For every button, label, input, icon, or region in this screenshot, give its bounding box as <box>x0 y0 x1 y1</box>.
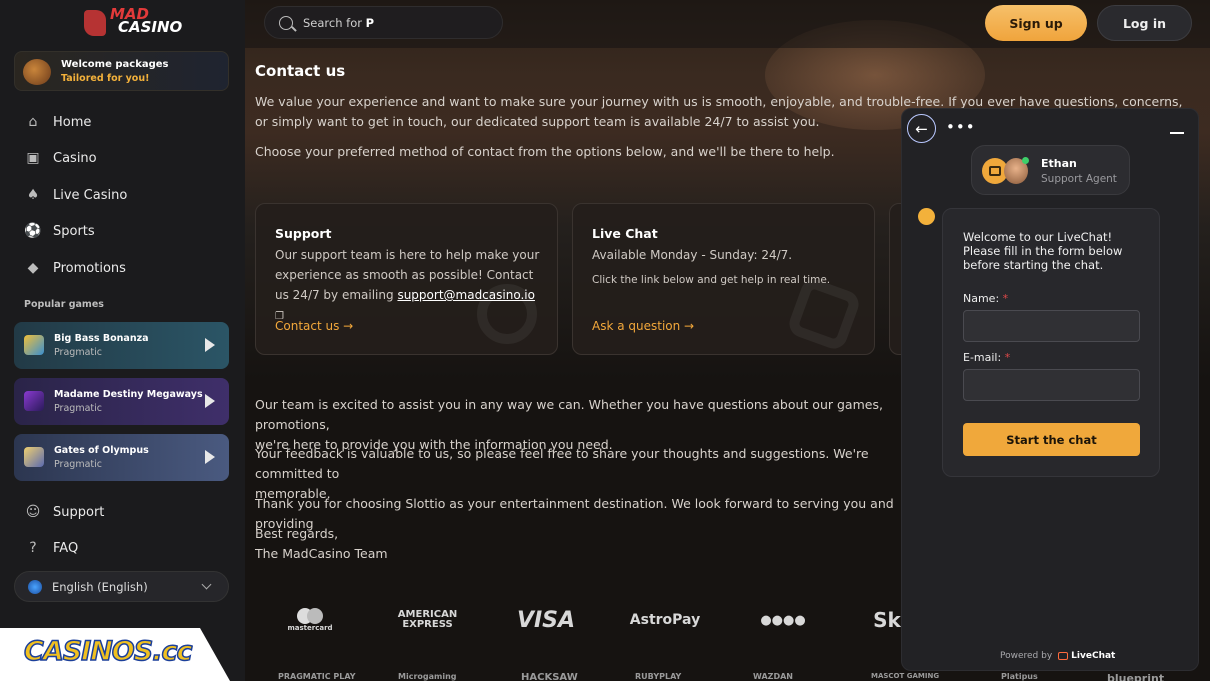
search-input[interactable]: Search for P <box>264 6 503 39</box>
provider-logo: Microgaming <box>398 672 457 681</box>
game-thumbnail <box>24 447 44 467</box>
popular-games-label: Popular games <box>24 299 104 310</box>
live-casino-icon: ♠ <box>26 187 40 203</box>
sidebar-item-home[interactable]: ⌂ Home <box>24 111 92 133</box>
welcome-subtitle: Tailored for you! <box>61 73 150 84</box>
live-chat-card: Live Chat Available Monday - Sunday: 24/… <box>572 203 875 355</box>
faq-icon: ? <box>29 540 37 556</box>
payment-logo: ●●●● <box>760 612 806 628</box>
powered-by-footer[interactable]: Powered by LiveChat <box>1000 651 1115 661</box>
provider-logo: WAZDAN <box>753 672 793 681</box>
game-card-big-bass-bonanza[interactable]: Big Bass Bonanza Pragmatic <box>14 322 229 369</box>
agent-role: Support Agent <box>1041 173 1117 185</box>
play-icon[interactable] <box>205 338 215 352</box>
name-field[interactable] <box>963 310 1140 342</box>
sidebar-item-faq[interactable]: ? FAQ <box>24 537 78 559</box>
minimize-icon[interactable] <box>1170 132 1184 134</box>
more-options-icon[interactable]: ••• <box>946 118 976 136</box>
visa-logo: VISA <box>516 607 576 633</box>
sign-up-button[interactable]: Sign up <box>985 5 1087 41</box>
signature: Best regards, The MadCasino Team <box>255 526 388 561</box>
ask-question-link[interactable]: Ask a question → <box>592 319 694 333</box>
mastercard-logo: mastercard <box>287 605 333 635</box>
welcome-packages-banner[interactable]: Welcome packages Tailored for you! <box>14 51 229 91</box>
home-icon: ⌂ <box>28 114 38 130</box>
play-icon[interactable] <box>205 394 215 408</box>
contact-us-link[interactable]: Contact us → <box>275 319 353 333</box>
welcome-title: Welcome packages <box>61 59 169 70</box>
mad-casino-logo[interactable]: MAD CASINO <box>84 7 182 36</box>
provider-logo: blueprint <box>1107 672 1165 681</box>
promotions-icon: ◆ <box>27 260 39 276</box>
provider-logo: Platipus <box>1001 672 1038 681</box>
system-avatar-icon <box>918 208 935 225</box>
back-arrow-icon[interactable]: ← <box>907 114 936 143</box>
support-card: Support Our support team is here to help… <box>255 203 558 355</box>
chat-smile-icon <box>785 275 863 353</box>
globe-icon <box>28 579 42 594</box>
support-icon: ☺ <box>25 504 41 520</box>
logo-mascot-icon <box>84 10 106 36</box>
provider-logo: RUBYPLAY <box>635 672 682 681</box>
provider-logo: HACKSAW <box>521 672 578 681</box>
email-field[interactable] <box>963 369 1140 401</box>
livechat-icon <box>1058 652 1069 660</box>
support-email-link[interactable]: support@madcasino.io <box>397 288 535 302</box>
casinos-cc-watermark: CASINOS.cc <box>0 628 230 681</box>
sidebar-item-support[interactable]: ☺ Support <box>24 501 105 523</box>
livechat-logo: LiveChat <box>1058 651 1115 661</box>
sidebar: MAD CASINO Welcome packages Tailored for… <box>0 0 245 681</box>
game-card-gates-of-olympus[interactable]: Gates of Olympus Pragmatic <box>14 434 229 481</box>
amex-logo: AMERICAN EXPRESS <box>397 609 458 630</box>
email-label: E-mail: * <box>963 351 1011 364</box>
page-title: Contact us <box>255 62 346 80</box>
sidebar-item-sports[interactable]: ⚽ Sports <box>24 220 94 242</box>
play-icon[interactable] <box>205 450 215 464</box>
livechat-widget: ← ••• Ethan Support Agent Welcome to our… <box>901 108 1199 671</box>
provider-logo: MASCOT GAMING <box>871 672 940 680</box>
sidebar-item-live-casino[interactable]: ♠ Live Casino <box>24 184 128 206</box>
game-thumbnail <box>24 391 44 411</box>
provider-logo: PRAGMATIC PLAY <box>278 672 356 681</box>
chevron-down-icon <box>201 579 212 590</box>
casino-icon: ▣ <box>26 150 40 166</box>
name-label: Name: * <box>963 292 1009 305</box>
sidebar-item-promotions[interactable]: ◆ Promotions <box>24 257 126 279</box>
top-bar: Search for P Sign up Log in <box>245 0 1210 48</box>
skrill-logo: Sk <box>873 608 901 632</box>
online-status-dot <box>1022 157 1029 164</box>
form-intro: Welcome to our LiveChat! Please fill in … <box>963 230 1123 272</box>
agent-badge: Ethan Support Agent <box>971 145 1130 195</box>
prechat-form: Welcome to our LiveChat! Please fill in … <box>942 208 1160 477</box>
log-in-button[interactable]: Log in <box>1097 5 1192 41</box>
start-chat-button[interactable]: Start the chat <box>963 423 1140 456</box>
sidebar-item-casino[interactable]: ▣ Casino <box>24 147 96 169</box>
search-icon <box>279 15 293 30</box>
agent-name: Ethan <box>1041 157 1077 170</box>
welcome-mascot-icon <box>23 59 51 85</box>
language-select[interactable]: English (English) <box>14 571 229 602</box>
game-card-madame-destiny[interactable]: Madame Destiny Megaways Pragmatic <box>14 378 229 425</box>
sports-icon: ⚽ <box>24 223 42 239</box>
game-thumbnail <box>24 335 44 355</box>
astropay-logo: AstroPay <box>629 612 701 628</box>
